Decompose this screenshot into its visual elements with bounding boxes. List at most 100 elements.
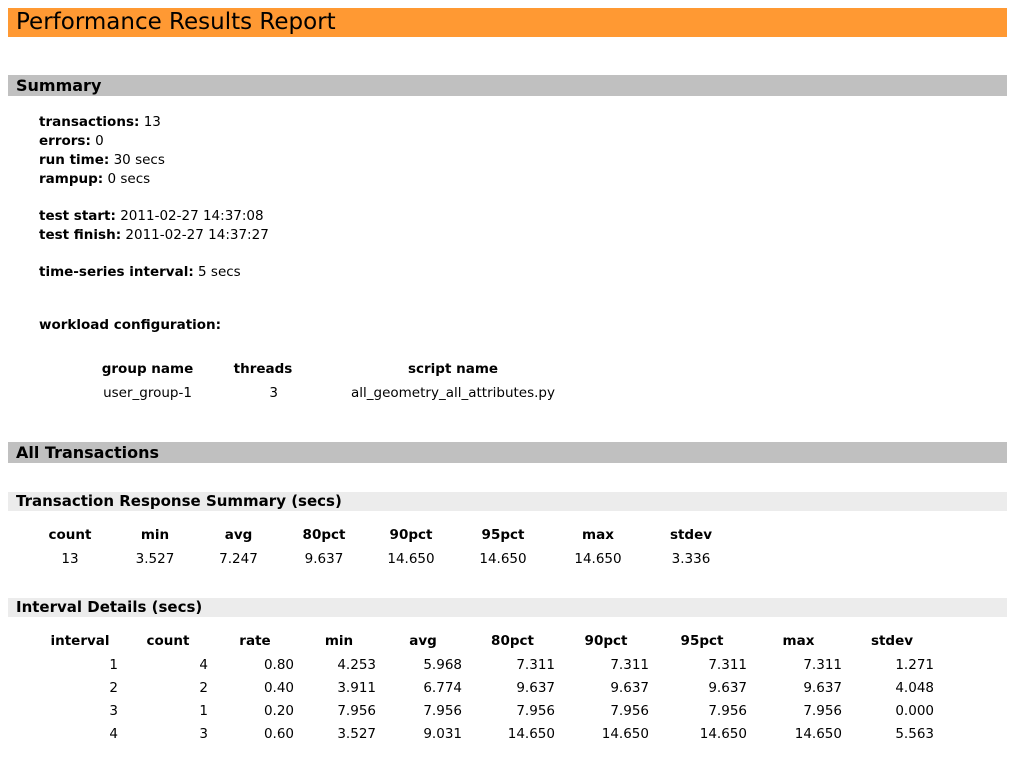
response-summary-cell-95pct: 14.650 [479, 550, 527, 567]
interval-details-cell-90pct: 9.637 [610, 679, 649, 696]
errors-value: 0 [95, 133, 104, 149]
rampup-label: rampup [39, 171, 103, 187]
response-summary-cell-max: 14.650 [574, 550, 622, 567]
errors-row: errors 0 [39, 132, 269, 151]
transactions-row: transactions 13 [39, 113, 269, 132]
response-summary-header-avg: avg [224, 527, 253, 543]
test-finish-value: 2011-02-27 14:37:27 [125, 227, 269, 243]
interval-details-cell-95pct: 14.650 [699, 725, 747, 742]
interval-details-cell-max: 7.311 [803, 656, 842, 673]
test-start-label: test start [39, 208, 116, 224]
interval-details-cell-avg: 5.968 [423, 656, 462, 673]
interval-details-header-interval: interval [50, 633, 110, 649]
interval-details-cell-avg: 7.956 [423, 702, 462, 719]
transactions-value: 13 [143, 114, 161, 130]
errors-label: errors [39, 133, 91, 149]
workload-threads: 3 [269, 384, 278, 401]
response-summary-header-row: count min avg 80pct 90pct 95pct max stdev [26, 523, 737, 547]
interval-details-cell-count: 1 [199, 702, 208, 719]
interval-details-cell-95pct: 7.311 [708, 656, 747, 673]
interval-details-cell-min: 7.956 [337, 702, 376, 719]
all-transactions-heading: All Transactions [8, 442, 1007, 463]
interval-details-header-count: count [146, 633, 190, 649]
workload-header-script: script name [407, 361, 499, 377]
interval-details-cell-interval: 4 [109, 725, 118, 742]
interval-details-cell-max: 7.956 [803, 702, 842, 719]
interval-details-cell-stdev: 0.000 [895, 702, 934, 719]
interval-details-header-avg: avg [409, 633, 437, 649]
report-title: Performance Results Report [8, 8, 1007, 37]
workload-header-threads: threads [233, 361, 293, 377]
workload-script-name: all_geometry_all_attributes.py [351, 384, 555, 401]
workload-group-name: user_group-1 [103, 384, 192, 401]
interval-value: 5 secs [198, 264, 241, 280]
test-finish-row: test finish 2011-02-27 14:37:27 [39, 226, 269, 245]
response-summary-header-95pct: 95pct [481, 527, 525, 543]
interval-details-cell-stdev: 5.563 [895, 725, 934, 742]
table-row: 4 3 0.60 3.527 9.031 14.650 14.650 14.650 14.650… [36, 722, 938, 745]
workload-header-row: group name threads script name [72, 357, 603, 381]
response-summary-header-stdev: stdev [669, 527, 713, 543]
interval-details-heading: Interval Details (secs) [8, 598, 1007, 617]
response-summary-heading: Transaction Response Summary (secs) [8, 492, 1007, 511]
interval-details-cell-count: 3 [199, 725, 208, 742]
summary-block: transactions 13 errors 0 run time 30 sec… [39, 113, 269, 282]
interval-details-cell-interval: 2 [109, 679, 118, 696]
interval-details-cell-90pct: 7.956 [610, 702, 649, 719]
interval-details-header-row: interval count rate min avg 80pct 90pct 95pct ma… [36, 629, 938, 653]
rampup-row: rampup 0 secs [39, 170, 269, 189]
interval-details-header-95pct: 95pct [680, 633, 724, 649]
response-summary-cell-min: 3.527 [135, 550, 175, 567]
interval-details-header-min: min [324, 633, 354, 649]
interval-details-cell-min: 3.527 [337, 725, 376, 742]
interval-details-table: interval count rate min avg 80pct 90pct 95pct ma… [36, 629, 938, 745]
interval-details-header-max: max [782, 633, 815, 649]
run-time-label: run time [39, 152, 109, 168]
response-summary-cell-90pct: 14.650 [387, 550, 435, 567]
interval-details-cell-rate: 0.20 [263, 702, 294, 719]
interval-details-cell-interval: 3 [109, 702, 118, 719]
response-summary-cell-80pct: 9.637 [304, 550, 344, 567]
interval-row: time-series interval 5 secs [39, 263, 269, 282]
response-summary-header-max: max [582, 527, 614, 543]
interval-details-cell-90pct: 14.650 [601, 725, 649, 742]
workload-header-group: group name [101, 361, 194, 377]
interval-details-cell-count: 2 [199, 679, 208, 696]
response-summary-header-80pct: 80pct [302, 527, 346, 543]
interval-details-cell-avg: 9.031 [423, 725, 462, 742]
interval-details-cell-count: 4 [199, 656, 208, 673]
response-summary-cell-stdev: 3.336 [671, 550, 711, 567]
response-summary-cell-avg: 7.247 [219, 550, 258, 567]
table-row: 2 2 0.40 3.911 6.774 9.637 9.637 9.637 9.637 4.04… [36, 676, 938, 699]
interval-details-cell-rate: 0.80 [263, 656, 294, 673]
interval-details-header-rate: rate [239, 633, 271, 649]
interval-details-cell-80pct: 9.637 [516, 679, 555, 696]
interval-details-cell-95pct: 7.956 [708, 702, 747, 719]
interval-details-cell-rate: 0.60 [263, 725, 294, 742]
response-summary-header-90pct: 90pct [389, 527, 433, 543]
interval-details-cell-interval: 1 [109, 656, 118, 673]
response-summary-table: count min avg 80pct 90pct 95pct max stdev 13 3.5… [26, 523, 737, 570]
interval-details-header-90pct: 90pct [584, 633, 628, 649]
test-start-row: test start 2011-02-27 14:37:08 [39, 207, 269, 226]
interval-details-cell-90pct: 7.311 [610, 656, 649, 673]
test-finish-label: test finish [39, 227, 121, 243]
summary-heading: Summary [8, 75, 1007, 96]
workload-row: user_group-1 3 all_geometry_all_attribut… [72, 381, 603, 404]
interval-details-cell-stdev: 1.271 [895, 656, 934, 673]
workload-heading: workload configuration: [39, 317, 222, 333]
interval-details-cell-95pct: 9.637 [708, 679, 747, 696]
response-summary-row: 13 3.527 7.247 9.637 14.650 14.650 14.650 3.336 [26, 547, 737, 570]
interval-details-cell-stdev: 4.048 [895, 679, 934, 696]
response-summary-header-min: min [140, 527, 170, 543]
response-summary-cell-count: 13 [61, 550, 79, 567]
interval-details-cell-80pct: 7.956 [516, 702, 555, 719]
table-row: 3 1 0.20 7.956 7.956 7.956 7.956 7.956 7.956 0.00… [36, 699, 938, 722]
interval-details-cell-avg: 6.774 [423, 679, 462, 696]
run-time-value: 30 secs [113, 152, 165, 168]
interval-details-cell-rate: 0.40 [263, 679, 294, 696]
test-start-value: 2011-02-27 14:37:08 [120, 208, 264, 224]
interval-details-header-stdev: stdev [870, 633, 914, 649]
interval-details-cell-max: 9.637 [803, 679, 842, 696]
response-summary-header-count: count [48, 527, 92, 543]
